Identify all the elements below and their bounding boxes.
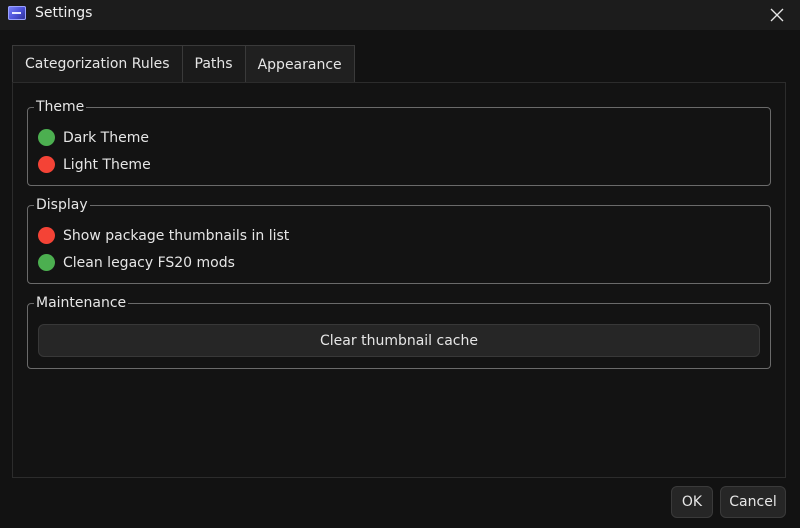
theme-group: Theme Dark Theme Light Theme (27, 97, 771, 186)
close-button[interactable] (754, 0, 800, 30)
clear-thumbnail-cache-button[interactable]: Clear thumbnail cache (38, 324, 760, 357)
app-window-icon (8, 6, 26, 20)
display-group: Display Show package thumbnails in list … (27, 195, 771, 284)
maintenance-group: Maintenance Clear thumbnail cache (27, 293, 771, 369)
close-icon (770, 8, 784, 22)
settings-tabs: Categorization Rules Paths Appearance (12, 45, 355, 83)
status-dot-icon (38, 254, 55, 271)
show-thumbnails-option[interactable]: Show package thumbnails in list (38, 227, 289, 244)
maintenance-group-title: Maintenance (34, 293, 129, 313)
window-title: Settings (35, 5, 93, 21)
clean-legacy-label: Clean legacy FS20 mods (63, 254, 235, 271)
status-dot-icon (38, 156, 55, 173)
dark-theme-label: Dark Theme (63, 129, 149, 146)
show-thumbnails-label: Show package thumbnails in list (63, 227, 290, 244)
light-theme-option[interactable]: Light Theme (38, 156, 151, 173)
light-theme-label: Light Theme (63, 156, 151, 173)
ok-button[interactable]: OK (671, 486, 713, 518)
cancel-button[interactable]: Cancel (720, 486, 786, 518)
theme-group-title: Theme (34, 97, 87, 117)
settings-window: Settings Categorization Rules Paths Appe… (0, 0, 800, 528)
dark-theme-option[interactable]: Dark Theme (38, 129, 149, 146)
clean-legacy-option[interactable]: Clean legacy FS20 mods (38, 254, 235, 271)
tab-appearance[interactable]: Appearance (244, 45, 355, 83)
status-dot-icon (38, 227, 55, 244)
title-bar: Settings (0, 0, 800, 30)
appearance-panel: Theme Dark Theme Light Theme Display Sho… (12, 82, 786, 478)
status-dot-icon (38, 129, 55, 146)
tab-paths[interactable]: Paths (181, 45, 246, 82)
tab-categorization-rules[interactable]: Categorization Rules (12, 45, 183, 82)
display-group-title: Display (34, 195, 90, 215)
